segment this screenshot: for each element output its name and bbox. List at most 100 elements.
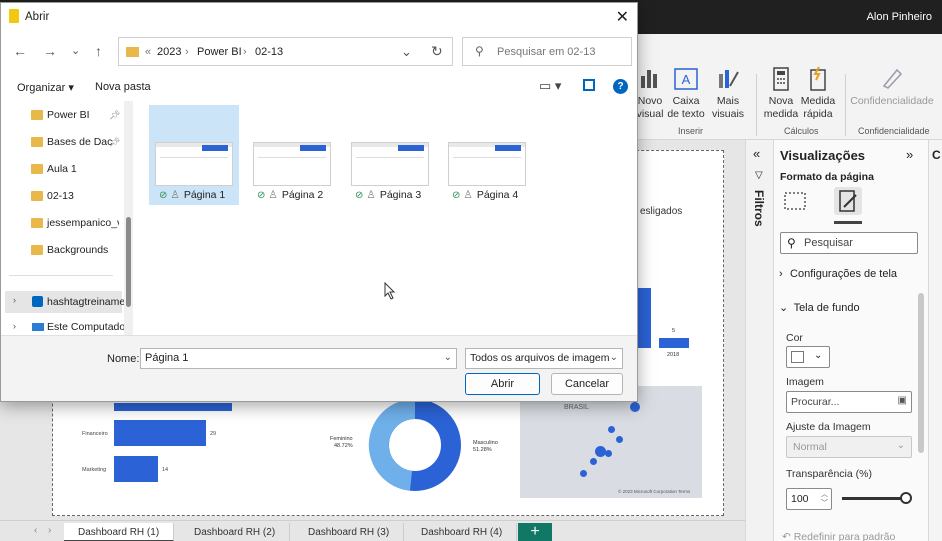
file-thumbnail (155, 142, 233, 186)
donut-label-feminino: Feminino (330, 436, 353, 442)
text-box-label: Caixa de texto (667, 95, 705, 120)
user-name[interactable]: Alon Pinheiro (867, 11, 932, 23)
ribbon-separator (756, 74, 757, 136)
map-dot[interactable] (608, 426, 615, 433)
transparency-input[interactable]: 100 ︿ ﹀ (786, 488, 832, 510)
nav-item-backgrounds[interactable]: Backgrounds (31, 244, 119, 256)
text-box-button[interactable]: A Caixa de texto (666, 66, 706, 121)
view-options-icon[interactable]: ▭ ▾ (539, 78, 561, 94)
prev-page-icon[interactable]: ‹ (34, 525, 37, 536)
transparency-slider-thumb[interactable] (900, 492, 912, 504)
collapse-pane-icon[interactable]: » (906, 147, 913, 162)
background-label: Tela de fundo (793, 302, 860, 314)
sensitivity-button[interactable]: Confidencialidade (850, 66, 934, 108)
data-pane-initial: C (932, 148, 941, 162)
canvas-settings-section[interactable]: › Configurações de tela (779, 266, 897, 280)
quick-measure-button[interactable]: Medida rápida (798, 66, 838, 121)
image-fit-label: Ajuste da Imagem (786, 421, 871, 433)
nav-item-bases[interactable]: Bases de Dac (31, 136, 119, 148)
file-item[interactable]: ⊘ ♙ Página 2 (247, 105, 337, 205)
sensitivity-label: Confidencialidade (850, 95, 934, 107)
transparency-slider-track[interactable] (842, 497, 906, 500)
file-item[interactable]: ⊘ ♙ Página 1 (149, 105, 239, 205)
data-pane-collapsed[interactable]: C (928, 140, 942, 541)
forward-icon[interactable]: → (43, 43, 57, 59)
new-visual-label: Novo visual (636, 95, 664, 120)
chevron-down-icon[interactable]: ⌄ (444, 352, 452, 363)
breadcrumb-item[interactable]: 02-13 (255, 46, 283, 58)
file-item[interactable]: ⊘ ♙ Página 4 (442, 105, 532, 205)
cancel-button[interactable]: Cancelar (551, 373, 623, 395)
column-bar[interactable] (659, 338, 689, 348)
map-dot[interactable] (616, 436, 623, 443)
bar-marketing[interactable] (114, 456, 158, 482)
open-button[interactable]: Abrir (465, 373, 540, 395)
new-folder-button[interactable]: Nova pasta (95, 81, 151, 93)
breadcrumb-separator: › (243, 46, 247, 58)
nav-scrollbar-thumb[interactable] (126, 217, 131, 307)
more-visuals-button[interactable]: Mais visuais (708, 66, 748, 121)
donut-segment-feminino[interactable] (368, 398, 416, 491)
add-page-button[interactable]: + (518, 523, 552, 541)
search-input[interactable]: ⚲ Pesquisar em 02-13 (462, 37, 632, 66)
nav-item-power-bi[interactable]: Power BI (31, 109, 119, 121)
page-tab-2[interactable]: Dashboard RH (2) (180, 523, 291, 541)
bar-financeiro[interactable] (114, 420, 206, 446)
breadcrumb-item[interactable]: Power BI (197, 46, 242, 58)
map-dot[interactable] (630, 402, 640, 412)
file-name-text: Página 1 (183, 189, 226, 201)
group-insert-label: Inserir (678, 126, 704, 136)
expand-filters-icon[interactable]: « (753, 146, 760, 161)
map-dot[interactable] (605, 450, 612, 457)
column-bar[interactable] (638, 288, 651, 348)
reset-default-link[interactable]: ↶ Redefinir para padrão (782, 531, 895, 541)
format-page-icon[interactable] (834, 187, 862, 215)
breadcrumb-overflow[interactable]: « (145, 46, 151, 58)
chevron-down-icon: ⌄ (779, 302, 789, 314)
page-tab-4[interactable]: Dashboard RH (4) (407, 523, 518, 541)
nav-item-02-13[interactable]: 02-13 (31, 190, 119, 202)
stepper-icon[interactable]: ︿ ﹀ (821, 490, 828, 508)
gender-donut-chart[interactable] (368, 398, 462, 492)
viz-pane-scrollbar[interactable] (918, 293, 924, 453)
nav-item-jessempanico[interactable]: jessempanico_v0 (31, 217, 119, 229)
background-section[interactable]: ⌄ Tela de fundo (779, 300, 860, 314)
chevron-down-icon: ⌄ (609, 352, 618, 363)
nav-item-aula-1[interactable]: Aula 1 (31, 163, 119, 175)
file-name-value: Página 1 (145, 352, 189, 364)
new-visual-button[interactable]: Novo visual (636, 66, 664, 121)
refresh-icon[interactable]: ↻ (431, 43, 443, 60)
viz-search-input[interactable]: ⚲ Pesquisar (780, 232, 918, 254)
map-dot[interactable] (580, 470, 587, 477)
folder-icon (31, 218, 43, 228)
new-measure-button[interactable]: Nova medida (762, 66, 800, 121)
image-fit-select[interactable]: Normal ⌄ (786, 436, 912, 458)
preview-pane-icon[interactable] (583, 79, 595, 91)
back-icon[interactable]: ← (13, 43, 27, 59)
file-name-input[interactable]: Página 1 ⌄ (140, 348, 457, 369)
bar-partial[interactable] (114, 403, 232, 411)
chevron-down-icon: ⌄ (814, 350, 823, 361)
chevron-down-icon[interactable]: ⌄ (401, 44, 412, 60)
file-item[interactable]: ⊘ ♙ Página 3 (345, 105, 435, 205)
dialog-toolbar: Organizar ▾ Nova pasta ▭ ▾ ? (1, 73, 637, 101)
up-folder-icon[interactable]: ↑ (95, 43, 102, 59)
help-icon[interactable]: ? (613, 79, 628, 94)
user-icon: ♙ (268, 189, 278, 201)
address-bar[interactable]: « 2023 › Power BI › 02-13 ⌄ ↻ (118, 37, 453, 66)
nav-root-hashtag[interactable]: › hashtagtreiname (5, 291, 125, 313)
page-tab-1[interactable]: Dashboard RH (1) (64, 523, 175, 541)
breadcrumb-item[interactable]: 2023 (157, 46, 181, 58)
map-dot[interactable] (590, 458, 597, 465)
recent-locations-icon[interactable]: ⌄ (71, 44, 80, 57)
color-picker[interactable]: ⌄ (786, 346, 830, 368)
next-page-icon[interactable]: › (48, 525, 51, 536)
folder-icon (31, 164, 43, 174)
close-icon[interactable]: ✕ (616, 7, 629, 27)
file-type-select[interactable]: Todos os arquivos de imagem ( ⌄ (465, 348, 623, 369)
organize-button[interactable]: Organizar ▾ (17, 81, 74, 94)
build-visual-icon[interactable] (781, 187, 809, 215)
map-visual[interactable]: BRASIL © 2023 Microsoft Corporation Term… (520, 386, 702, 498)
page-tab-3[interactable]: Dashboard RH (3) (294, 523, 405, 541)
image-browse-input[interactable]: Procurar... ▣ (786, 391, 912, 413)
